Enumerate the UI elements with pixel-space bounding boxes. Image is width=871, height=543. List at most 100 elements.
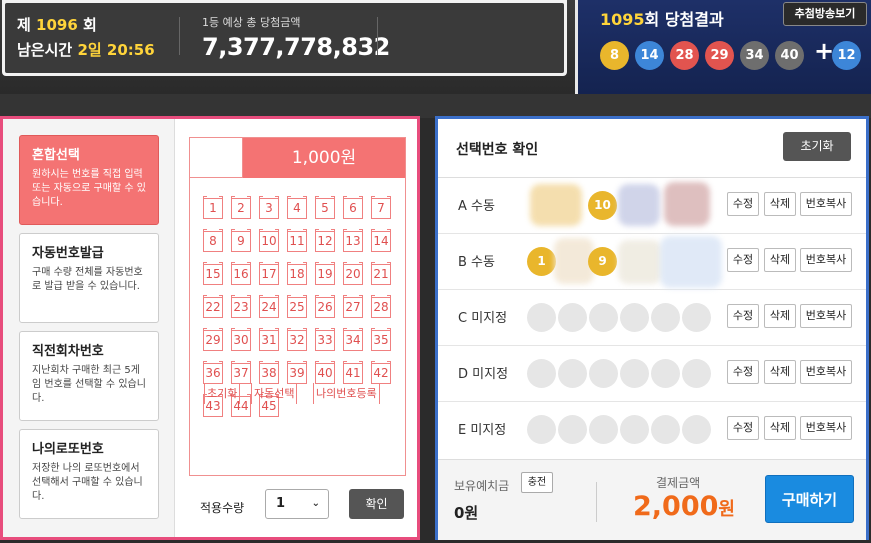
number-cell[interactable]: 42 xyxy=(371,361,391,384)
balance-label: 보유예치금 xyxy=(454,479,510,493)
number-cell[interactable]: 22 xyxy=(203,295,223,318)
winning-ball: 29 xyxy=(705,41,734,70)
lotto-slip: 1,000원 1 2 3 4 5 6 7 8 9 10 11 12 13 14 15 16 17 18 19 20 21… xyxy=(189,137,406,476)
number-cell[interactable]: 20 xyxy=(343,262,363,285)
number-cell[interactable]: 14 xyxy=(371,229,391,252)
winning-ball: 14 xyxy=(635,41,664,70)
winning-ball: 34 xyxy=(740,41,769,70)
copy-numbers-button[interactable]: 번호복사 xyxy=(800,360,852,384)
empty-ball-slot xyxy=(558,415,587,444)
blurred-region xyxy=(618,240,662,284)
delete-button[interactable]: 삭제 xyxy=(764,192,796,216)
number-cell[interactable]: 3 xyxy=(259,196,279,219)
number-cell[interactable]: 19 xyxy=(315,262,335,285)
delete-button[interactable]: 삭제 xyxy=(764,360,796,384)
number-cell[interactable]: 31 xyxy=(259,328,279,351)
number-cell[interactable]: 28 xyxy=(371,295,391,318)
chevron-down-icon: ⌄ xyxy=(311,498,320,509)
replay-broadcast-button[interactable]: 추첨방송보기 xyxy=(783,2,867,26)
payment-label: 결제금액 xyxy=(656,476,701,490)
tab-my-numbers[interactable]: 나의로또번호 저장한 나의 로또번호에서 선택해서 구매할 수 있습니다. xyxy=(19,429,159,519)
number-cell[interactable]: 6 xyxy=(343,196,363,219)
number-cell[interactable]: 4 xyxy=(287,196,307,219)
header-bar: 제 1096 회 남은시간 2일 20:56 1등 예상 총 당첨금액 7,37… xyxy=(0,0,871,94)
slip-auto-select-button[interactable]: 자동선택 xyxy=(251,383,298,404)
number-cell[interactable]: 13 xyxy=(343,229,363,252)
edit-button[interactable]: 수정 xyxy=(727,360,759,384)
winning-ball: 8 xyxy=(600,41,629,70)
number-cell[interactable]: 33 xyxy=(315,328,335,351)
plus-icon: + xyxy=(814,37,835,65)
draw-number: 제 1096 회 xyxy=(17,16,97,34)
number-cell[interactable]: 17 xyxy=(259,262,279,285)
buy-button[interactable]: 구매하기 xyxy=(765,475,854,523)
number-cell[interactable]: 23 xyxy=(231,295,251,318)
separator-band xyxy=(0,94,871,118)
number-cell[interactable]: 36 xyxy=(203,361,223,384)
number-cell[interactable]: 38 xyxy=(259,361,279,384)
selected-ball: 10 xyxy=(588,191,617,220)
number-cell[interactable]: 18 xyxy=(287,262,307,285)
number-cell[interactable]: 41 xyxy=(343,361,363,384)
number-cell[interactable]: 5 xyxy=(315,196,335,219)
edit-button[interactable]: 수정 xyxy=(727,192,759,216)
number-cell[interactable]: 34 xyxy=(343,328,363,351)
empty-ball-slot xyxy=(558,359,587,388)
balance-value: 0원 xyxy=(454,504,479,522)
delete-button[interactable]: 삭제 xyxy=(764,416,796,440)
payment-amount: 2,000원 xyxy=(633,491,735,522)
remaining-time: 남은시간 2일 20:56 xyxy=(17,41,155,59)
number-cell[interactable]: 35 xyxy=(371,328,391,351)
slip-reset-button[interactable]: 초기화 xyxy=(204,383,241,404)
tab-mixed-select[interactable]: 혼합선택 원하시는 번호를 직접 입력 또는 자동으로 구매할 수 있습니다. xyxy=(19,135,159,225)
number-cell[interactable]: 21 xyxy=(371,262,391,285)
delete-button[interactable]: 삭제 xyxy=(764,304,796,328)
number-cell[interactable]: 39 xyxy=(287,361,307,384)
copy-numbers-button[interactable]: 번호복사 xyxy=(800,248,852,272)
winning-ball: 28 xyxy=(670,41,699,70)
number-cell[interactable]: 11 xyxy=(287,229,307,252)
copy-numbers-button[interactable]: 번호복사 xyxy=(800,192,852,216)
edit-button[interactable]: 수정 xyxy=(727,248,759,272)
bonus-ball: 12 xyxy=(832,41,861,70)
number-cell[interactable]: 10 xyxy=(259,229,279,252)
number-cell[interactable]: 32 xyxy=(287,328,307,351)
slip-register-my-numbers-button[interactable]: 나의번호등록 xyxy=(313,383,380,404)
copy-numbers-button[interactable]: 번호복사 xyxy=(800,304,852,328)
confirm-button[interactable]: 확인 xyxy=(349,489,404,519)
number-cell[interactable]: 30 xyxy=(231,328,251,351)
delete-button[interactable]: 삭제 xyxy=(764,248,796,272)
edit-button[interactable]: 수정 xyxy=(727,304,759,328)
quantity-select[interactable]: 1 ⌄ xyxy=(265,489,329,519)
charge-button[interactable]: 충전 xyxy=(521,472,553,493)
empty-ball-slot xyxy=(651,303,680,332)
game-row-e: E 미지정 수정 삭제 번호복사 xyxy=(438,402,866,458)
number-cell[interactable]: 9 xyxy=(231,229,251,252)
empty-ball-slot xyxy=(620,359,649,388)
number-cell[interactable]: 27 xyxy=(343,295,363,318)
number-cell[interactable]: 12 xyxy=(315,229,335,252)
number-cell[interactable]: 25 xyxy=(287,295,307,318)
number-cell[interactable]: 1 xyxy=(203,196,223,219)
number-cell[interactable]: 15 xyxy=(203,262,223,285)
number-cell[interactable]: 16 xyxy=(231,262,251,285)
reset-all-button[interactable]: 초기화 xyxy=(783,132,851,161)
number-cell[interactable]: 24 xyxy=(259,295,279,318)
number-cell[interactable]: 40 xyxy=(315,361,335,384)
number-cell[interactable]: 8 xyxy=(203,229,223,252)
selected-ball: 9 xyxy=(588,247,617,276)
copy-numbers-button[interactable]: 번호복사 xyxy=(800,416,852,440)
prize-label: 1등 예상 총 당첨금액 xyxy=(202,16,301,29)
edit-button[interactable]: 수정 xyxy=(727,416,759,440)
game-row-b: B 수동 1 9 수정 삭제 번호복사 xyxy=(438,234,866,290)
number-cell[interactable]: 26 xyxy=(315,295,335,318)
number-cell[interactable]: 7 xyxy=(371,196,391,219)
number-cell[interactable]: 29 xyxy=(203,328,223,351)
tab-previous-round[interactable]: 직전회차번호 지난회차 구매한 최근 5게임 번호를 선택할 수 있습니다. xyxy=(19,331,159,421)
blurred-region xyxy=(660,236,722,288)
selected-numbers-panel: 선택번호 확인 초기화 A 수동 10 수정 삭제 번호복사 B 수동 1 9 … xyxy=(435,116,869,540)
number-cell[interactable]: 37 xyxy=(231,361,251,384)
number-cell[interactable]: 2 xyxy=(231,196,251,219)
empty-ball-slot xyxy=(651,415,680,444)
tab-auto-issue[interactable]: 자동번호발급 구매 수량 전체를 자동번호로 발급 받을 수 있습니다. xyxy=(19,233,159,323)
